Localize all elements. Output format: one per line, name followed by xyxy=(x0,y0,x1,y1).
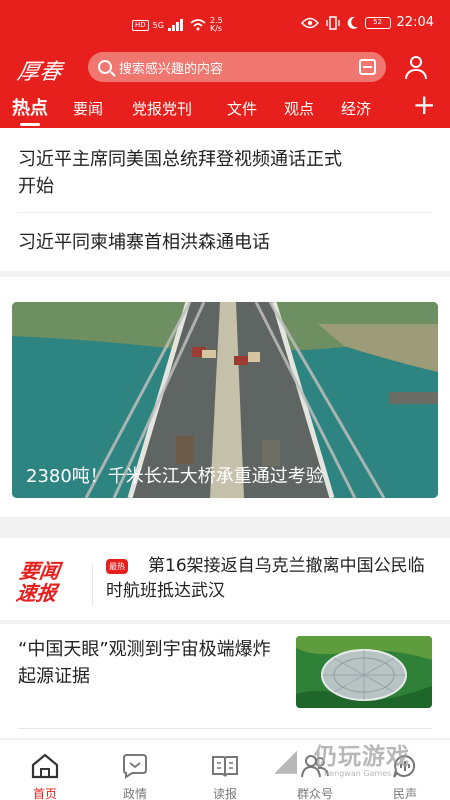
status-bar: HD 5G 2.5 K/s 52 22:04 xyxy=(0,0,450,50)
tab-opinion[interactable]: 观点 xyxy=(284,98,314,119)
status-right-group: 52 22:04 xyxy=(300,15,434,30)
story-image[interactable] xyxy=(296,636,432,708)
search-input[interactable]: 搜索感兴趣的内容 xyxy=(88,52,386,82)
signal-icon xyxy=(167,19,183,31)
search-placeholder: 搜索感兴趣的内容 xyxy=(119,61,224,77)
watermark-main: 仍玩游戏 xyxy=(314,744,410,770)
watermark-mark: ◢ xyxy=(274,743,298,778)
user-body-shape xyxy=(405,69,427,79)
clock: 22:04 xyxy=(396,15,434,30)
tab-hot[interactable]: 热点 xyxy=(12,94,48,126)
search-icon xyxy=(98,60,112,74)
headline-line: 开始 xyxy=(18,176,54,197)
wifi-icon xyxy=(190,19,206,31)
headline-item[interactable]: 习近平同柬埔寨首相洪森通电话 xyxy=(18,229,432,256)
nav-label: 首页 xyxy=(32,787,57,800)
tab-documents[interactable]: 文件 xyxy=(227,98,257,119)
signal-label: 5G xyxy=(152,20,164,30)
network-unit: K/s xyxy=(209,24,223,33)
tab-party-press[interactable]: 党报党刊 xyxy=(132,98,192,119)
story-title[interactable]: “中国天眼”观测到宇宙极端爆炸起源证据 xyxy=(18,636,278,690)
content-divider xyxy=(18,728,432,729)
battery-indicator: 52 xyxy=(364,16,391,29)
headline-line: 习近平主席同美国总统拜登视频通话正式 xyxy=(18,149,342,170)
home-icon xyxy=(31,753,59,779)
vibrate-icon xyxy=(325,15,340,30)
hero-caption: 2380吨！千米长江大桥承重通过考验 xyxy=(26,466,324,487)
nav-home[interactable]: 首页 xyxy=(0,740,90,800)
hero-card: 2380吨！千米长江大桥承重通过考验 xyxy=(0,277,450,517)
brief-divider xyxy=(92,564,93,606)
nav-politics[interactable]: 政情 xyxy=(90,740,180,800)
brief-logo: 要闻 速报 xyxy=(14,559,62,605)
book-icon xyxy=(212,756,238,777)
app-logo: 厚春 xyxy=(15,60,64,85)
tab-news[interactable]: 要闻 xyxy=(73,98,103,119)
telescope-illustration xyxy=(296,636,432,708)
tab-economy[interactable]: 经济 xyxy=(341,98,371,119)
headline-list: 习近平主席同美国总统拜登视频通话正式 开始 习近平同柬埔寨首相洪森通电话 xyxy=(0,128,450,271)
channel-tabs: 热点 要闻 党报党刊 文件 观点 经济 + xyxy=(0,91,450,126)
hd-indicator: HD xyxy=(132,19,149,31)
status-indicators: HD 5G 2.5 K/s xyxy=(132,17,223,33)
brief-logo-line: 速报 xyxy=(14,581,59,605)
user-head-shape xyxy=(410,56,422,68)
moon-icon xyxy=(347,16,358,29)
nav-label: 政情 xyxy=(122,787,147,800)
network-speed: 2.5 K/s xyxy=(210,17,223,33)
scan-icon[interactable] xyxy=(359,59,376,75)
watermark-sub: Rengwan Games xyxy=(324,769,392,778)
watermark: ◢ 仍玩游戏 Rengwan Games xyxy=(272,735,442,793)
header-background: HD 5G 2.5 K/s 52 22:04 厚春 搜索感兴趣的内容 热点 要闻… xyxy=(0,0,450,128)
nav-read-paper[interactable]: 读报 xyxy=(180,740,270,800)
search-row: 厚春 搜索感兴趣的内容 xyxy=(0,50,450,88)
nav-label: 读报 xyxy=(212,787,237,800)
hot-badge: 最热 xyxy=(106,559,128,574)
add-channel-icon[interactable]: + xyxy=(413,91,436,119)
news-app: HD 5G 2.5 K/s 52 22:04 厚春 搜索感兴趣的内容 热点 要闻… xyxy=(0,0,450,800)
brief-headline[interactable]: 第16架接返自乌克兰撤离中国公民临时航班抵达武汉 xyxy=(106,554,432,604)
eye-icon xyxy=(300,17,319,28)
headline-item[interactable]: 习近平主席同美国总统拜登视频通话正式 开始 xyxy=(18,146,432,200)
brief-logo-line: 要闻 xyxy=(17,559,62,583)
chat-icon xyxy=(123,754,147,779)
hero-image[interactable]: 2380吨！千米长江大桥承重通过考验 xyxy=(12,302,438,498)
user-profile-icon[interactable] xyxy=(404,55,428,79)
headline-divider xyxy=(18,212,432,213)
